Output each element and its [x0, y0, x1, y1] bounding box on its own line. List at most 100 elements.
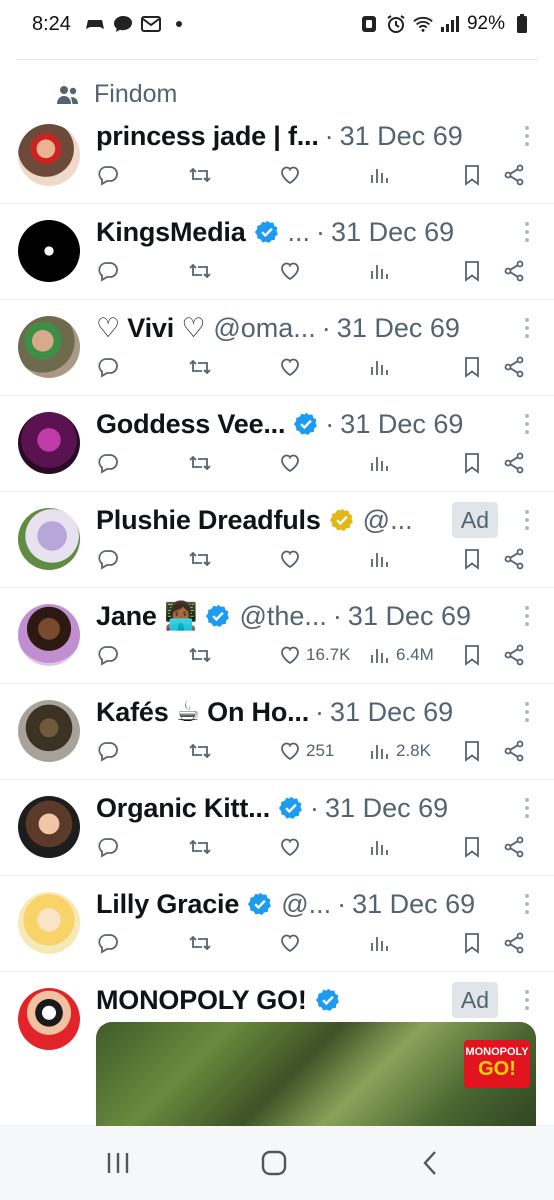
- share-button[interactable]: [502, 643, 526, 667]
- display-name[interactable]: Goddess Vee...: [96, 409, 285, 440]
- like-button[interactable]: [278, 835, 302, 859]
- tweet[interactable]: princess jade | f... · 31 Dec 69: [0, 108, 554, 204]
- more-options-icon[interactable]: [522, 222, 532, 242]
- display-name[interactable]: princess jade | f...: [96, 121, 319, 152]
- display-name[interactable]: Plushie Dreadfuls: [96, 505, 321, 536]
- avatar[interactable]: [18, 316, 80, 378]
- retweet-button[interactable]: [188, 739, 212, 763]
- more-options-icon[interactable]: [522, 894, 532, 914]
- retweet-button[interactable]: [188, 643, 212, 667]
- tweet[interactable]: Lilly Gracie @... · 31 Dec 69: [0, 876, 554, 972]
- share-button[interactable]: [502, 451, 526, 475]
- display-name[interactable]: Lilly Gracie: [96, 889, 239, 920]
- reply-button[interactable]: [96, 355, 120, 379]
- recents-icon[interactable]: [98, 1148, 138, 1178]
- like-button[interactable]: [278, 931, 302, 955]
- bookmark-button[interactable]: [460, 739, 484, 763]
- user-handle[interactable]: ...: [288, 217, 311, 248]
- avatar[interactable]: [18, 412, 80, 474]
- bookmark-button[interactable]: [460, 931, 484, 955]
- home-icon[interactable]: [254, 1148, 294, 1178]
- share-button[interactable]: [502, 163, 526, 187]
- more-options-icon[interactable]: [522, 606, 532, 626]
- bookmark-button[interactable]: [460, 451, 484, 475]
- bookmark-button[interactable]: [460, 259, 484, 283]
- like-button[interactable]: 16.7K: [278, 643, 350, 667]
- views-button[interactable]: [368, 547, 392, 571]
- user-handle[interactable]: @...: [363, 505, 413, 536]
- tweet-timestamp[interactable]: 31 Dec 69: [337, 313, 460, 344]
- more-options-icon[interactable]: [522, 510, 532, 530]
- views-button[interactable]: [368, 163, 392, 187]
- views-button[interactable]: [368, 355, 392, 379]
- tweet[interactable]: Plushie Dreadfuls @... Ad: [0, 492, 554, 588]
- avatar[interactable]: [18, 508, 80, 570]
- tweet-timestamp[interactable]: 31 Dec 69: [330, 697, 453, 728]
- social-context[interactable]: Findom: [56, 80, 177, 109]
- more-options-icon[interactable]: [522, 318, 532, 338]
- share-button[interactable]: [502, 355, 526, 379]
- like-button[interactable]: [278, 355, 302, 379]
- views-button[interactable]: [368, 835, 392, 859]
- more-options-icon[interactable]: [522, 990, 532, 1010]
- views-button[interactable]: [368, 259, 392, 283]
- retweet-button[interactable]: [188, 259, 212, 283]
- views-button[interactable]: 2.8K: [368, 739, 431, 763]
- like-button[interactable]: 251: [278, 739, 334, 763]
- display-name[interactable]: ♡ Vivi ♡: [96, 313, 205, 344]
- tweet-timestamp[interactable]: 31 Dec 69: [331, 217, 454, 248]
- tweet-timestamp[interactable]: 31 Dec 69: [325, 793, 448, 824]
- share-button[interactable]: [502, 547, 526, 571]
- reply-button[interactable]: [96, 931, 120, 955]
- retweet-button[interactable]: [188, 355, 212, 379]
- tweet-timestamp[interactable]: 31 Dec 69: [352, 889, 475, 920]
- retweet-button[interactable]: [188, 451, 212, 475]
- tweet-timestamp[interactable]: 31 Dec 69: [348, 601, 471, 632]
- views-button[interactable]: [368, 931, 392, 955]
- avatar[interactable]: [18, 220, 80, 282]
- like-button[interactable]: [278, 259, 302, 283]
- user-handle[interactable]: @oma...: [213, 313, 315, 344]
- like-button[interactable]: [278, 451, 302, 475]
- user-handle[interactable]: @the...: [239, 601, 326, 632]
- tweet-timestamp[interactable]: 31 Dec 69: [340, 121, 463, 152]
- reply-button[interactable]: [96, 643, 120, 667]
- tweet[interactable]: Organic Kitt... · 31 Dec 69: [0, 780, 554, 876]
- display-name[interactable]: Jane 👩🏾‍💻: [96, 600, 197, 632]
- display-name[interactable]: Organic Kitt...: [96, 793, 270, 824]
- more-options-icon[interactable]: [522, 126, 532, 146]
- avatar[interactable]: [18, 700, 80, 762]
- tweet[interactable]: ♡ Vivi ♡ @oma... · 31 Dec 69: [0, 300, 554, 396]
- user-handle[interactable]: @...: [281, 889, 331, 920]
- share-button[interactable]: [502, 835, 526, 859]
- bookmark-button[interactable]: [460, 355, 484, 379]
- bookmark-button[interactable]: [460, 643, 484, 667]
- share-button[interactable]: [502, 931, 526, 955]
- avatar[interactable]: [18, 892, 80, 954]
- reply-button[interactable]: [96, 163, 120, 187]
- more-options-icon[interactable]: [522, 414, 532, 434]
- bookmark-button[interactable]: [460, 835, 484, 859]
- retweet-button[interactable]: [188, 931, 212, 955]
- reply-button[interactable]: [96, 835, 120, 859]
- share-button[interactable]: [502, 739, 526, 763]
- display-name[interactable]: KingsMedia: [96, 217, 246, 248]
- like-button[interactable]: [278, 163, 302, 187]
- views-button[interactable]: 6.4M: [368, 643, 434, 667]
- avatar[interactable]: [18, 796, 80, 858]
- avatar[interactable]: [18, 988, 80, 1050]
- tweet[interactable]: KingsMedia... · 31 Dec 69: [0, 204, 554, 300]
- retweet-button[interactable]: [188, 547, 212, 571]
- tweet[interactable]: Goddess Vee... · 31 Dec 69: [0, 396, 554, 492]
- views-button[interactable]: [368, 451, 392, 475]
- display-name[interactable]: Kafés ☕ On Ho...: [96, 697, 309, 728]
- retweet-button[interactable]: [188, 163, 212, 187]
- like-button[interactable]: [278, 547, 302, 571]
- retweet-button[interactable]: [188, 835, 212, 859]
- tweet[interactable]: Jane 👩🏾‍💻 @the... · 31 Dec 69 16.7K 6.4M: [0, 588, 554, 684]
- reply-button[interactable]: [96, 739, 120, 763]
- bookmark-button[interactable]: [460, 163, 484, 187]
- tweet-timestamp[interactable]: 31 Dec 69: [340, 409, 463, 440]
- reply-button[interactable]: [96, 547, 120, 571]
- tweet-media-image[interactable]: MONOPOLY GO!: [96, 1022, 536, 1132]
